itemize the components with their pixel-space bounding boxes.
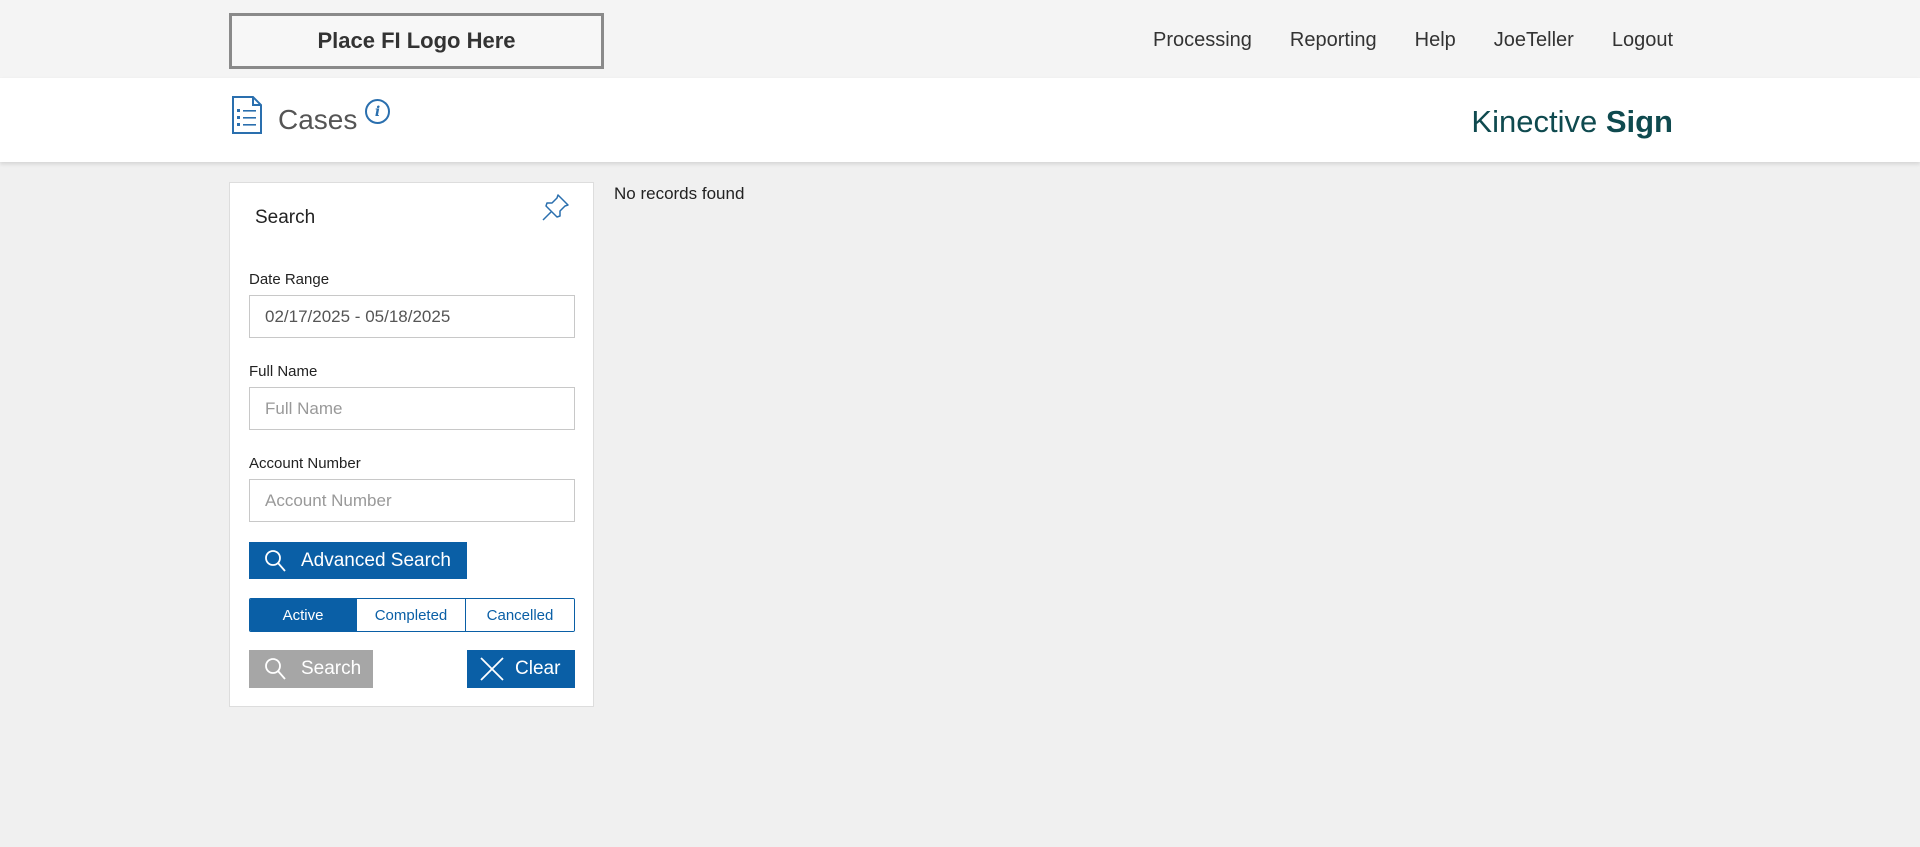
date-range-input[interactable]	[249, 295, 575, 338]
search-icon	[265, 658, 286, 680]
nav-user[interactable]: JoeTeller	[1494, 29, 1574, 52]
no-records-message: No records found	[614, 184, 745, 203]
status-filter: Active Completed Cancelled	[249, 598, 575, 632]
nav-logout[interactable]: Logout	[1612, 29, 1673, 52]
account-number-label: Account Number	[249, 455, 361, 472]
pin-icon[interactable]	[540, 191, 572, 223]
fi-logo-placeholder: Place FI Logo Here	[229, 13, 604, 69]
full-name-label: Full Name	[249, 363, 318, 380]
close-icon	[480, 657, 504, 681]
search-button[interactable]: Search	[249, 650, 373, 688]
full-name-input[interactable]	[249, 387, 575, 430]
account-number-input[interactable]	[249, 479, 575, 522]
info-icon[interactable]: i	[365, 99, 390, 124]
top-nav: Processing Reporting Help JoeTeller Logo…	[1153, 29, 1673, 52]
date-range-label: Date Range	[249, 271, 330, 288]
search-icon	[265, 549, 286, 572]
page-header: Cases i Kinective Sign	[0, 78, 1920, 162]
search-button-label: Search	[301, 658, 362, 679]
nav-help[interactable]: Help	[1415, 29, 1456, 52]
clear-button-label: Clear	[515, 658, 561, 679]
search-panel-title: Search	[255, 207, 316, 228]
nav-processing[interactable]: Processing	[1153, 29, 1252, 52]
brand-logo: Kinective Sign	[1471, 104, 1673, 139]
nav-reporting[interactable]: Reporting	[1290, 29, 1377, 52]
top-bar: Place FI Logo Here Processing Reporting …	[0, 0, 1920, 78]
status-tab-cancelled[interactable]: Cancelled	[466, 599, 574, 631]
advanced-search-label: Advanced Search	[301, 549, 451, 571]
cases-list-icon	[232, 96, 262, 134]
advanced-search-button[interactable]: Advanced Search	[249, 542, 467, 579]
status-tab-active[interactable]: Active	[250, 599, 357, 631]
search-panel: Search Date Range Full Name Account Numb…	[229, 182, 594, 707]
status-tab-completed[interactable]: Completed	[357, 599, 466, 631]
clear-button[interactable]: Clear	[467, 650, 575, 688]
page-title: Cases	[278, 104, 358, 135]
